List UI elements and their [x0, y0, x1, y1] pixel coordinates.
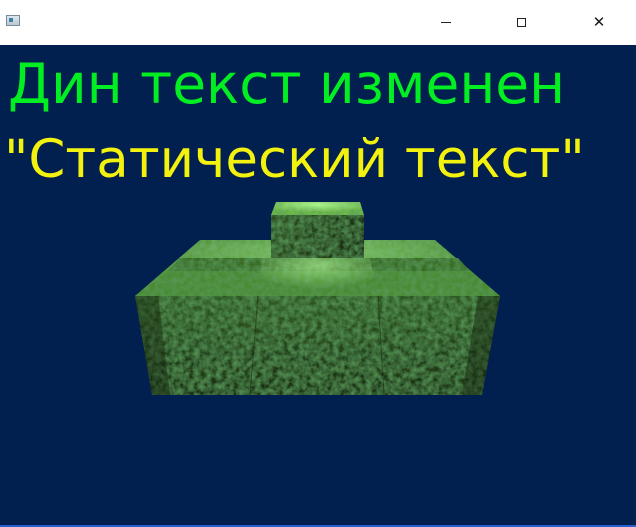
base-front-face [135, 296, 500, 395]
dynamic-text-label: Дин текст изменен [8, 52, 566, 116]
close-icon: ✕ [592, 13, 606, 31]
title-bar[interactable]: ✕ [0, 0, 636, 45]
maximize-icon [516, 18, 526, 27]
app-icon[interactable] [6, 15, 20, 26]
3d-scene [135, 202, 500, 396]
top-cube-top-light [271, 202, 364, 215]
minimize-icon [441, 22, 451, 23]
close-button[interactable]: ✕ [576, 0, 622, 45]
maximize-button[interactable] [498, 0, 544, 45]
render-viewport[interactable]: Дин текст изменен "Статический текст" [0, 45, 636, 525]
static-text-label: "Статический текст" [4, 129, 585, 190]
middle-step-center-light [258, 258, 378, 296]
minimize-button[interactable] [423, 0, 469, 45]
app-window: ✕ Дин текст изменен "Статический текст" [0, 0, 636, 527]
top-cube-front [271, 215, 364, 258]
